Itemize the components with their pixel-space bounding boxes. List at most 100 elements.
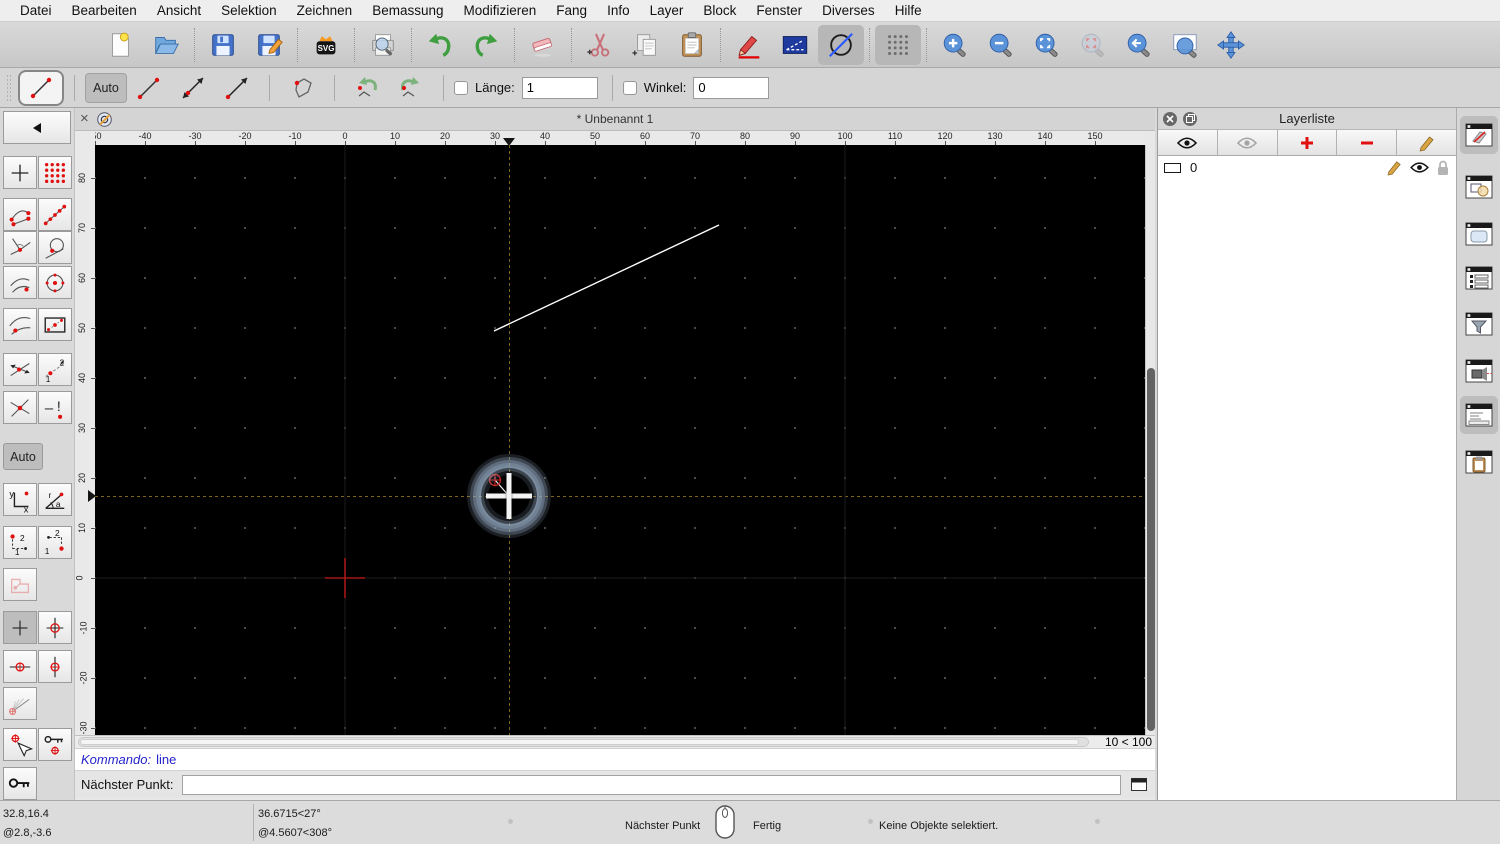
zoom-out-button[interactable] [978,25,1024,65]
menu-item-fenster[interactable]: Fenster [746,3,812,18]
length-checkbox[interactable]: Länge: [454,80,522,95]
delete-button[interactable] [520,25,566,65]
redo-segment-button[interactable] [389,71,433,105]
back-button[interactable] [3,111,71,144]
menu-item-ansicht[interactable]: Ansicht [147,3,211,18]
snap-center-button[interactable] [38,266,72,299]
menu-item-diverses[interactable]: Diverses [812,3,885,18]
menu-item-info[interactable]: Info [597,3,640,18]
horizontal-scrollbar-thumb[interactable] [80,739,1079,745]
library-browser-panel-button[interactable] [1460,352,1498,390]
menu-item-block[interactable]: Block [693,3,746,18]
length-input[interactable] [521,76,598,99]
new-file-button[interactable] [97,25,143,65]
set-relative-zero-button[interactable] [38,611,72,644]
restrict-x-then-y-button[interactable]: 12 [3,526,37,559]
zoom-in-button[interactable] [932,25,978,65]
edit-layer-button[interactable] [1397,130,1456,155]
select-reference-point-button[interactable] [3,728,37,761]
layer-visibility-icon[interactable] [1410,161,1429,174]
float-panel-button[interactable] [1183,111,1197,126]
zoom-window-button[interactable] [1162,25,1208,65]
menu-item-zeichnen[interactable]: Zeichnen [287,3,363,18]
restrict-horizontal-button[interactable] [3,650,37,683]
snap-tangential-button[interactable] [38,231,72,264]
cut-button[interactable] [577,25,623,65]
snap-distance-button[interactable]: 12 [38,353,72,386]
selection-filter-panel-button[interactable] [1460,305,1498,343]
angle-checkbox-box[interactable] [622,80,637,95]
remove-layer-button[interactable] [1337,130,1398,155]
restrict-y-then-x-button[interactable]: 12 [38,526,72,559]
relative-zero-plus-button[interactable] [3,611,37,644]
vertical-scrollbar[interactable] [1145,145,1155,735]
zoom-previous-button[interactable] [1116,25,1162,65]
line-tool-button[interactable] [18,69,64,106]
dimension-style-button[interactable] [772,25,818,65]
restrict-vertical-button[interactable] [38,650,72,683]
snap-free-button[interactable] [3,156,37,189]
snap-reference-button[interactable] [38,308,72,341]
vertical-scrollbar-thumb[interactable] [1147,368,1155,731]
menu-item-selektion[interactable]: Selektion [211,3,287,18]
line-two-points-button[interactable] [127,71,171,105]
snap-endpoints-button[interactable] [3,198,37,231]
snap-intersection-auto-button[interactable] [3,353,37,386]
zoom-selection-button[interactable] [1070,25,1116,65]
command-input[interactable] [181,774,1121,795]
angle-checkbox[interactable]: Winkel: [622,80,694,95]
redo-button[interactable] [463,25,509,65]
snap-intersection-button[interactable] [3,391,37,424]
save-button[interactable] [200,25,246,65]
print-preview-button[interactable] [360,25,406,65]
menu-item-datei[interactable]: Datei [10,3,62,18]
restrict-auto-button[interactable]: Auto [3,443,43,470]
menu-item-bearbeiten[interactable]: Bearbeiten [62,3,147,18]
property-editor-panel-button[interactable] [1460,259,1498,297]
snap-on-entity-button[interactable] [38,198,72,231]
drawn-line[interactable] [493,224,720,332]
toggle-command-line-button[interactable] [1128,775,1150,795]
snap-intersection-manual-button[interactable]: ! [38,391,72,424]
svg-export-button[interactable]: SVG [303,25,349,65]
snap-angle-button[interactable] [3,687,37,720]
command-line-panel-button[interactable] [1459,396,1498,434]
snap-grid-button[interactable] [38,156,72,189]
view-list-panel-button[interactable] [1460,215,1498,253]
undo-button[interactable] [417,25,463,65]
zoom-auto-button[interactable] [1024,25,1070,65]
pan-button[interactable] [1208,25,1254,65]
grid-toggle-button[interactable] [875,24,921,65]
length-checkbox-box[interactable] [454,80,468,95]
menu-item-fang[interactable]: Fang [546,3,597,18]
lock-zero-button[interactable] [3,767,37,800]
layer-list-panel-button[interactable] [1459,116,1498,154]
open-file-button[interactable] [143,25,189,65]
toolbar-grip[interactable] [6,73,12,102]
hide-all-layers-button[interactable] [1218,130,1278,155]
save-as-button[interactable] [246,25,292,65]
snap-coordinate-polar-button[interactable] [3,568,37,601]
menu-item-modifizieren[interactable]: Modifizieren [454,3,547,18]
show-all-layers-button[interactable] [1158,130,1218,155]
drawing-canvas[interactable] [95,145,1145,735]
snap-perpendicular-button[interactable] [3,231,37,264]
horizontal-scrollbar[interactable] [78,737,1089,747]
line-ray-button[interactable] [215,71,259,105]
restrict-polar-button[interactable]: ra [38,483,72,516]
polyline-button[interactable] [280,71,324,105]
lock-relative-zero-button[interactable] [38,728,72,761]
snap-middle-button[interactable] [3,266,37,299]
snap-tangent-point-button[interactable] [3,308,37,341]
paste-button[interactable] [669,25,715,65]
angle-input[interactable] [693,76,770,99]
block-list-panel-button[interactable] [1460,168,1498,206]
restrict-orthogonal-button[interactable]: yx [3,483,37,516]
property-pen-button[interactable] [726,25,772,65]
layer-edit-icon[interactable] [1386,159,1403,176]
undo-segment-button[interactable] [345,71,389,105]
layer-row[interactable]: 0 [1158,156,1456,179]
menu-item-layer[interactable]: Layer [640,3,694,18]
layer-lock-icon[interactable] [1436,159,1450,176]
clipboard-panel-button[interactable] [1460,443,1498,481]
